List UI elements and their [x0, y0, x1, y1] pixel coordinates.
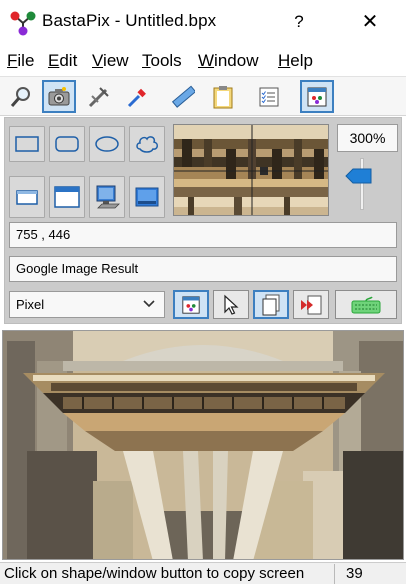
capture-window-icon [182, 295, 200, 314]
clipboard-icon [213, 85, 233, 108]
window-title-field: Google Image Result [9, 256, 397, 282]
fast-forward-pages-icon [301, 295, 322, 314]
ruler-tool[interactable] [166, 80, 200, 113]
menu-help[interactable]: Help [278, 51, 313, 71]
capture-window-mode-button[interactable] [173, 290, 209, 319]
crosshair-tool[interactable] [82, 80, 116, 113]
bastapix-logo-icon [10, 11, 36, 36]
pointer-mode-button[interactable] [213, 290, 249, 319]
capture-window-frame-button[interactable] [9, 176, 45, 218]
capture-window-icon [307, 87, 327, 106]
capture-desktop-button[interactable] [129, 176, 165, 218]
cloud-shape-icon [136, 136, 158, 153]
checklist-icon [259, 87, 279, 106]
close-button[interactable]: ✕ [355, 10, 385, 34]
menu-bar: File Edit View Tools Window Help [0, 44, 406, 76]
toolbar [0, 76, 406, 116]
capture-freehand-button[interactable] [129, 126, 165, 162]
status-message: Click on shape/window button to copy scr… [4, 565, 305, 582]
mouse-pointer-icon [224, 294, 239, 315]
zoom-slider-track[interactable] [360, 158, 364, 210]
window-titlebar-icon [54, 186, 80, 208]
eyedropper-icon [127, 88, 146, 107]
rounded-rectangle-icon [55, 136, 79, 152]
magnifier-tool[interactable] [4, 80, 38, 113]
fast-forward-copy-button[interactable] [293, 290, 329, 319]
unit-select-value: Pixel [16, 297, 45, 312]
control-panel: 300% 755 , 446 Google Image Result Pixel [4, 117, 402, 324]
unit-select[interactable]: Pixel [9, 291, 165, 318]
computer-screen-icon [96, 185, 120, 209]
title-bar: BastaPix - Untitled.bpx ? ✕ [0, 0, 406, 44]
ellipse-icon [95, 136, 119, 152]
status-bar: Click on shape/window button to copy scr… [0, 562, 406, 584]
capture-window-tool[interactable] [300, 80, 334, 113]
capture-window-button[interactable] [49, 176, 85, 218]
crosshair-tool-icon [88, 86, 109, 107]
captured-image-preview [2, 330, 404, 560]
checklist-tool[interactable] [252, 80, 286, 113]
rectangle-icon [15, 136, 39, 152]
capture-rounded-rectangle-button[interactable] [49, 126, 85, 162]
clipboard-tool[interactable] [206, 80, 240, 113]
zoom-level-display: 300% [337, 124, 398, 152]
eyedropper-tool[interactable] [120, 80, 154, 113]
capture-rectangle-button[interactable] [9, 126, 45, 162]
space-needle-photo [3, 331, 403, 559]
camera-icon [48, 86, 70, 105]
status-separator [334, 564, 335, 584]
menu-file[interactable]: File [7, 51, 34, 71]
chevron-down-icon [143, 300, 155, 308]
copy-pages-icon [262, 294, 280, 315]
desktop-icon [135, 187, 159, 207]
coordinates-field: 755 , 446 [9, 222, 397, 248]
help-button[interactable]: ? [284, 10, 314, 34]
menu-window[interactable]: Window [198, 51, 258, 71]
camera-tool[interactable] [42, 80, 76, 113]
magnifier-preview [173, 124, 329, 216]
ruler-icon [171, 85, 195, 108]
copy-document-button[interactable] [253, 290, 289, 319]
magnifier-icon [10, 86, 30, 107]
keyboard-shortcut-button[interactable] [335, 290, 397, 319]
window-title: BastaPix - Untitled.bpx [42, 11, 217, 30]
menu-view[interactable]: View [92, 51, 129, 71]
keyboard-icon [351, 296, 381, 313]
zoom-slider-thumb[interactable] [345, 168, 372, 184]
menu-edit[interactable]: Edit [48, 51, 77, 71]
zoomed-pixels-image [174, 125, 328, 215]
menu-tools[interactable]: Tools [142, 51, 182, 71]
window-frame-icon [16, 190, 38, 205]
capture-ellipse-button[interactable] [89, 126, 125, 162]
capture-screen-button[interactable] [89, 176, 125, 218]
status-count: 39 [346, 565, 363, 582]
